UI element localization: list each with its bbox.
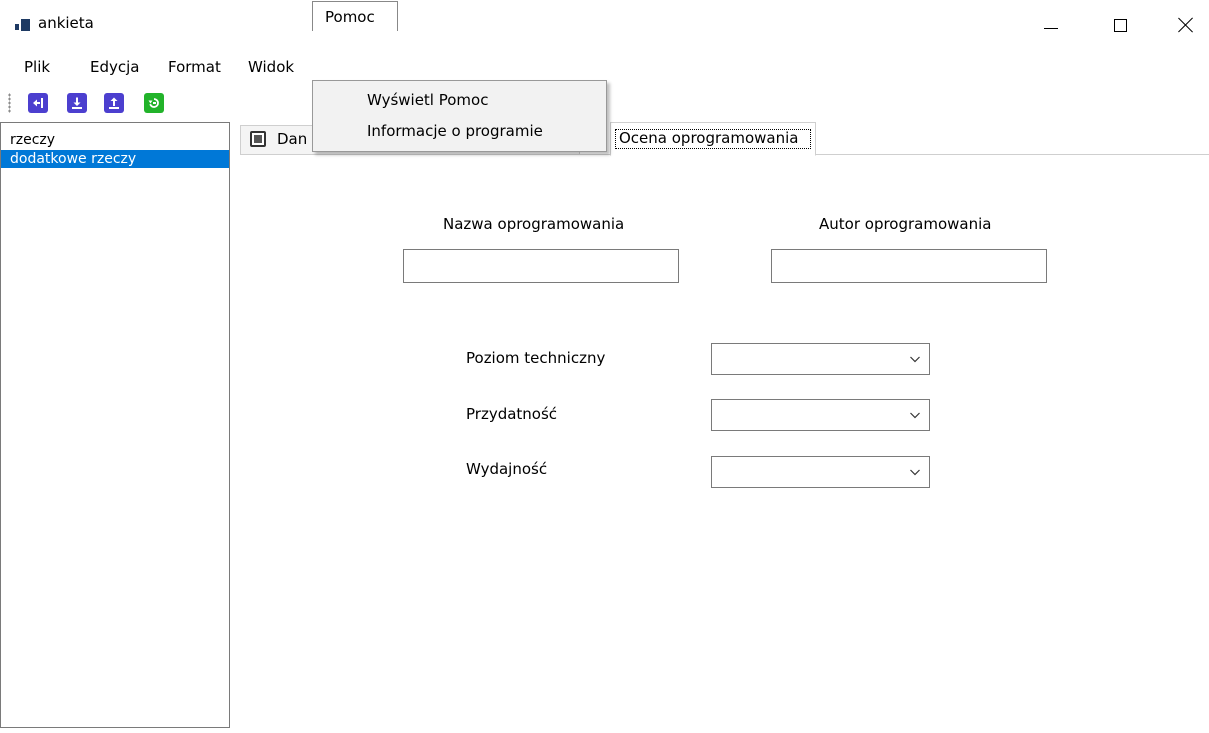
menu-widok[interactable]: Widok bbox=[240, 54, 302, 80]
menu-pomoc[interactable]: Pomoc bbox=[312, 1, 398, 31]
menu-edycja[interactable]: Edycja bbox=[82, 54, 147, 80]
autor-input[interactable] bbox=[771, 249, 1047, 283]
import-icon bbox=[33, 98, 43, 108]
pomoc-dropdown-menu: Wyświetl Pomoc Informacje o programie bbox=[312, 80, 607, 152]
import-button[interactable] bbox=[28, 93, 48, 113]
list-item-dodatkowe-rzeczy[interactable]: dodatkowe rzeczy bbox=[1, 150, 229, 168]
category-listbox[interactable]: rzeczy dodatkowe rzeczy bbox=[0, 122, 230, 728]
przydatnosc-combobox[interactable] bbox=[711, 399, 930, 431]
chevron-down-icon bbox=[910, 469, 920, 476]
tab-ocena-label: Ocena oprogramowania bbox=[619, 129, 799, 147]
minimize-button[interactable] bbox=[1028, 0, 1074, 50]
wydajnosc-label: Wydajność bbox=[466, 460, 548, 478]
menu-item-informacje-o-programie[interactable]: Informacje o programie bbox=[314, 116, 605, 146]
app-icon bbox=[15, 18, 31, 32]
menu-item-wyswietl-pomoc[interactable]: Wyświetl Pomoc bbox=[314, 85, 605, 115]
poziom-techniczny-combobox[interactable] bbox=[711, 343, 930, 375]
tab-dane-label: Dan bbox=[277, 130, 308, 148]
tab-ocena-oprogramowania[interactable]: Ocena oprogramowania bbox=[610, 122, 816, 156]
title-bar[interactable]: ankieta bbox=[0, 0, 1209, 50]
menu-bar: Plik Edycja Format Widok bbox=[0, 50, 1209, 84]
tab-page-ocena bbox=[240, 155, 1209, 733]
przydatnosc-label: Przydatność bbox=[466, 405, 558, 423]
refresh-icon bbox=[148, 98, 159, 108]
maximize-button[interactable] bbox=[1097, 0, 1143, 50]
list-item-rzeczy[interactable]: rzeczy bbox=[1, 131, 229, 149]
minimize-icon bbox=[1044, 27, 1058, 29]
refresh-button[interactable] bbox=[144, 93, 164, 113]
window-title: ankieta bbox=[38, 14, 94, 32]
download-button[interactable] bbox=[67, 93, 87, 113]
upload-button[interactable] bbox=[104, 93, 124, 113]
menu-format[interactable]: Format bbox=[160, 54, 229, 80]
maximize-icon bbox=[1113, 18, 1127, 32]
upload-icon bbox=[109, 97, 119, 109]
menu-plik[interactable]: Plik bbox=[16, 54, 58, 80]
autor-label: Autor oprogramowania bbox=[819, 215, 992, 233]
download-icon bbox=[72, 97, 82, 109]
nazwa-label: Nazwa oprogramowania bbox=[443, 215, 625, 233]
poziom-techniczny-label: Poziom techniczny bbox=[466, 349, 606, 367]
form-icon bbox=[250, 131, 266, 147]
close-icon bbox=[1178, 17, 1194, 33]
chevron-down-icon bbox=[910, 356, 920, 363]
close-button[interactable] bbox=[1163, 0, 1209, 50]
nazwa-input[interactable] bbox=[403, 249, 679, 283]
wydajnosc-combobox[interactable] bbox=[711, 456, 930, 488]
chevron-down-icon bbox=[910, 412, 920, 419]
toolbar-grip-handle[interactable] bbox=[8, 93, 11, 113]
